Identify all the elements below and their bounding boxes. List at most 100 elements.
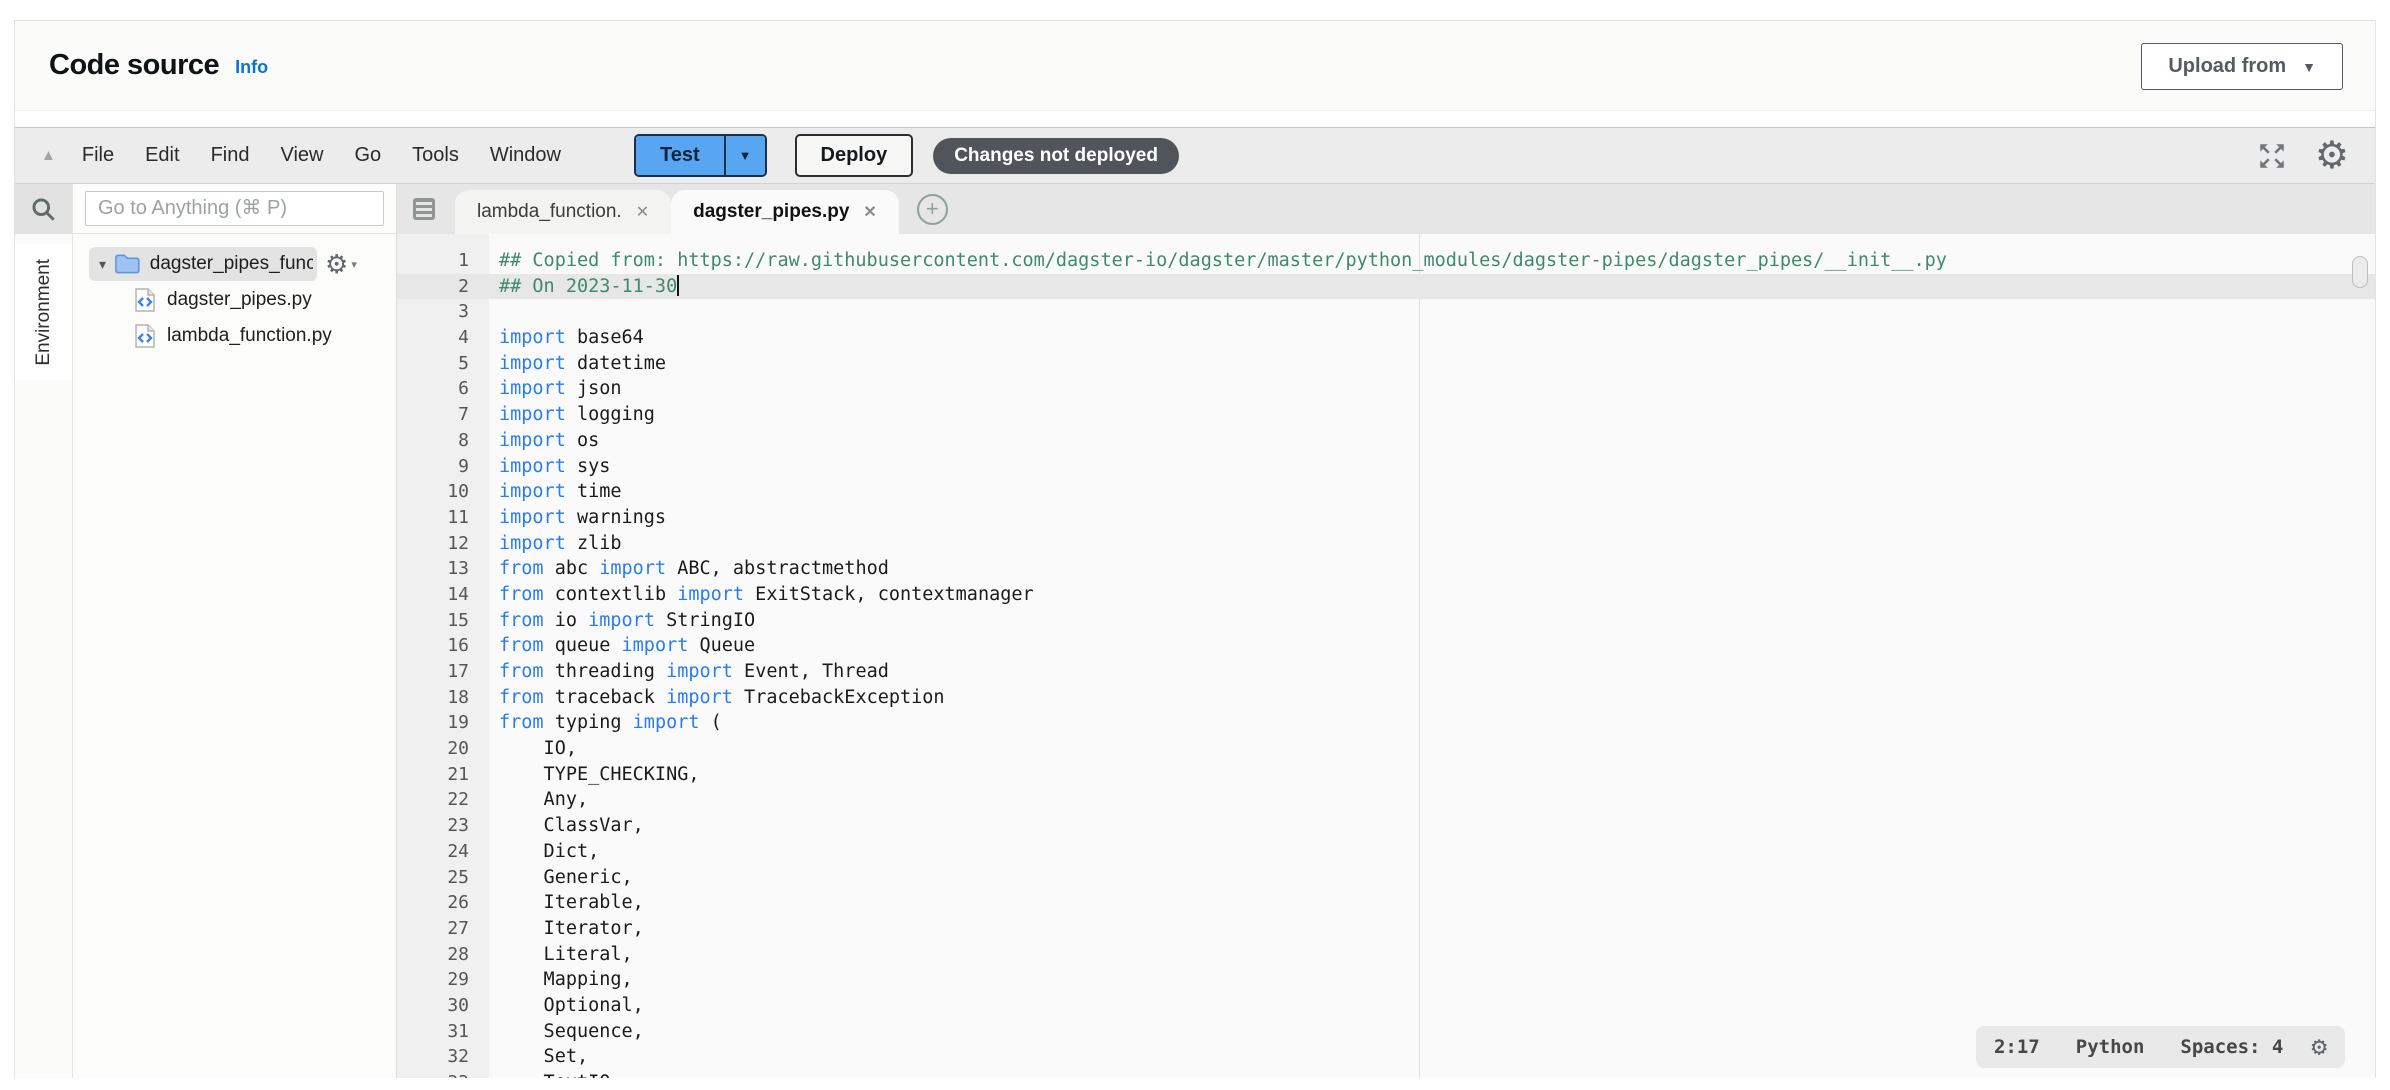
code-line-4[interactable]: 4import base64	[397, 325, 2375, 351]
line-number: 21	[397, 762, 489, 788]
code-text: from typing import (	[489, 710, 722, 736]
tab-label: lambda_function.	[477, 201, 622, 223]
tree-file-lambda-function[interactable]: lambda_function.py	[73, 318, 396, 354]
code-line-2[interactable]: 2## On 2023-11-30	[397, 274, 2375, 300]
code-line-24[interactable]: 24 Dict,	[397, 839, 2375, 865]
info-link[interactable]: Info	[235, 57, 268, 78]
code-text: ## Copied from: https://raw.githubuserco…	[489, 248, 1947, 274]
line-number: 20	[397, 736, 489, 762]
code-line-10[interactable]: 10import time	[397, 479, 2375, 505]
deploy-button[interactable]: Deploy	[795, 134, 914, 177]
code-line-33[interactable]: 33 TextIO,	[397, 1070, 2375, 1078]
left-rail: Environment	[15, 184, 73, 1078]
new-tab-button[interactable]: +	[917, 194, 948, 225]
line-number: 12	[397, 531, 489, 557]
code-line-13[interactable]: 13from abc import ABC, abstractmethod	[397, 556, 2375, 582]
code-line-8[interactable]: 8import os	[397, 428, 2375, 454]
code-editor[interactable]: 1## Copied from: https://raw.githubuserc…	[397, 234, 2375, 1078]
code-line-22[interactable]: 22 Any,	[397, 787, 2375, 813]
menu-tools[interactable]: Tools	[412, 144, 459, 167]
code-line-6[interactable]: 6import json	[397, 376, 2375, 402]
line-number: 26	[397, 890, 489, 916]
test-split-button: Test ▼	[634, 134, 767, 177]
code-source-header: Code source Info Upload from ▼	[15, 21, 2375, 111]
code-line-5[interactable]: 5import datetime	[397, 351, 2375, 377]
upload-from-button[interactable]: Upload from ▼	[2141, 43, 2343, 90]
tab-lambda-function[interactable]: lambda_function. ✕	[455, 190, 671, 234]
collapse-panel-icon[interactable]: ▲	[41, 147, 56, 164]
code-line-28[interactable]: 28 Literal,	[397, 942, 2375, 968]
chevron-down-icon: ▼	[2302, 59, 2316, 75]
search-icon	[30, 196, 57, 223]
settings-gear-icon[interactable]: ⚙	[2315, 137, 2349, 175]
close-icon[interactable]: ✕	[636, 202, 649, 222]
code-line-11[interactable]: 11import warnings	[397, 505, 2375, 531]
code-line-12[interactable]: 12import zlib	[397, 531, 2375, 557]
cursor-position[interactable]: 2:17	[1994, 1036, 2040, 1058]
code-line-23[interactable]: 23 ClassVar,	[397, 813, 2375, 839]
menu-edit[interactable]: Edit	[145, 144, 179, 167]
menu-view[interactable]: View	[280, 144, 323, 167]
code-line-18[interactable]: 18from traceback import TracebackExcepti…	[397, 685, 2375, 711]
code-line-16[interactable]: 16from queue import Queue	[397, 633, 2375, 659]
code-line-29[interactable]: 29 Mapping,	[397, 967, 2375, 993]
line-number: 15	[397, 608, 489, 634]
search-icon-cell[interactable]	[15, 184, 72, 234]
code-line-1[interactable]: 1## Copied from: https://raw.githubuserc…	[397, 248, 2375, 274]
code-line-14[interactable]: 14from contextlib import ExitStack, cont…	[397, 582, 2375, 608]
fullscreen-icon[interactable]	[2257, 141, 2287, 171]
editor-settings-gear-icon[interactable]: ⚙	[2311, 1034, 2327, 1060]
code-line-21[interactable]: 21 TYPE_CHECKING,	[397, 762, 2375, 788]
menu-find[interactable]: Find	[211, 144, 250, 167]
code-line-20[interactable]: 20 IO,	[397, 736, 2375, 762]
code-line-17[interactable]: 17from threading import Event, Thread	[397, 659, 2375, 685]
code-line-9[interactable]: 9import sys	[397, 454, 2375, 480]
menu-file[interactable]: File	[82, 144, 114, 167]
language-mode[interactable]: Python	[2076, 1036, 2145, 1058]
editor-status-bar: 2:17 Python Spaces: 4 ⚙	[1976, 1026, 2345, 1068]
tab-list-button[interactable]	[397, 184, 455, 234]
goto-anything-input[interactable]	[85, 191, 384, 226]
code-line-27[interactable]: 27 Iterator,	[397, 916, 2375, 942]
folder-chip[interactable]: ▾ dagster_pipes_funct	[89, 247, 317, 281]
code-line-26[interactable]: 26 Iterable,	[397, 890, 2375, 916]
close-icon[interactable]: ✕	[863, 202, 876, 222]
test-dropdown-button[interactable]: ▼	[724, 136, 765, 175]
code-text: from traceback import TracebackException	[489, 685, 945, 711]
tree-file-dagster-pipes[interactable]: dagster_pipes.py	[73, 282, 396, 318]
deploy-status-badge: Changes not deployed	[933, 138, 1179, 174]
code-text: ## On 2023-11-30	[489, 274, 679, 300]
line-number: 16	[397, 633, 489, 659]
line-number: 18	[397, 685, 489, 711]
code-line-30[interactable]: 30 Optional,	[397, 993, 2375, 1019]
code-file-icon	[133, 287, 157, 313]
line-number: 1	[397, 248, 489, 274]
code-text: Set,	[489, 1044, 588, 1070]
chevron-down-icon: ▼	[739, 148, 752, 163]
code-file-icon	[133, 323, 157, 349]
tree-settings-button[interactable]: ⚙ ▾	[325, 251, 357, 277]
line-number: 27	[397, 916, 489, 942]
code-line-19[interactable]: 19from typing import (	[397, 710, 2375, 736]
code-line-3[interactable]: 3	[397, 299, 2375, 325]
vertical-scrollbar-thumb[interactable]	[2352, 256, 2368, 288]
indent-setting[interactable]: Spaces: 4	[2180, 1036, 2283, 1058]
line-number: 28	[397, 942, 489, 968]
code-line-7[interactable]: 7import logging	[397, 402, 2375, 428]
code-text: Dict,	[489, 839, 599, 865]
code-text: from contextlib import ExitStack, contex…	[489, 582, 1034, 608]
folder-icon	[114, 253, 141, 275]
tree-folder-row[interactable]: ▾ dagster_pipes_funct ⚙ ▾	[89, 246, 396, 282]
code-line-15[interactable]: 15from io import StringIO	[397, 608, 2375, 634]
environment-tab[interactable]: Environment	[15, 244, 72, 380]
code-line-25[interactable]: 25 Generic,	[397, 865, 2375, 891]
code-text: ClassVar,	[489, 813, 644, 839]
tab-dagster-pipes[interactable]: dagster_pipes.py ✕	[671, 190, 899, 234]
menu-go[interactable]: Go	[354, 144, 381, 167]
test-button[interactable]: Test	[636, 136, 724, 175]
line-number: 33	[397, 1070, 489, 1078]
upload-from-label: Upload from	[2168, 55, 2286, 78]
menu-window[interactable]: Window	[490, 144, 561, 167]
line-number: 8	[397, 428, 489, 454]
folder-expand-icon[interactable]: ▾	[99, 256, 106, 273]
